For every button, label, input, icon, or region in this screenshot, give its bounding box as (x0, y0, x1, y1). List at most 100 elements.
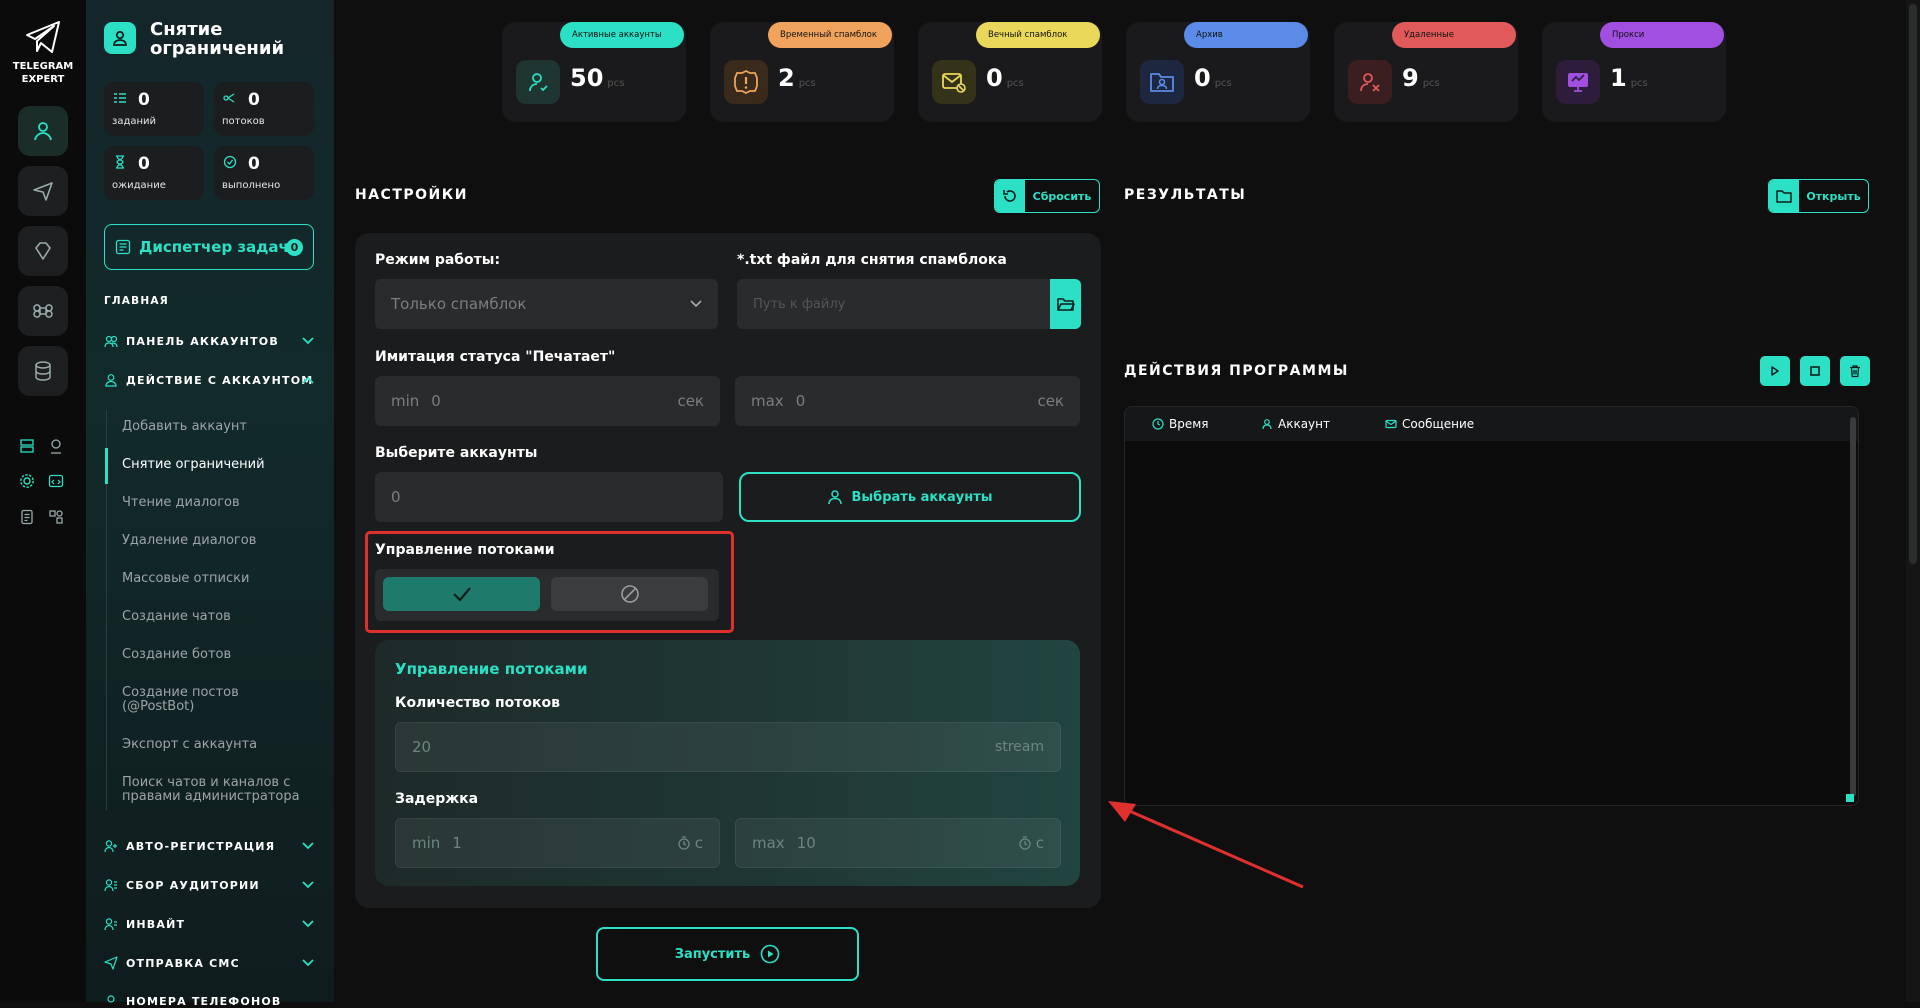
card-proxy[interactable]: Прокси 1 pcs (1542, 22, 1726, 122)
browse-file-button[interactable] (1050, 279, 1081, 329)
rail-database-button[interactable] (18, 346, 68, 396)
card-active-accounts[interactable]: Активные аккаунты 50 pcs (502, 22, 686, 122)
card-archive[interactable]: Архив 0 pcs (1126, 22, 1310, 122)
mode-select-value: Только спамблок (391, 295, 527, 313)
card-unit: pcs (1006, 78, 1024, 89)
card-badge: Временный спамблок (768, 22, 892, 48)
proxy-monitor-icon (1556, 60, 1600, 104)
section-main-heading: ГЛАВНАЯ (104, 295, 169, 307)
reset-button[interactable]: Сбросить (994, 179, 1100, 213)
file-path-input[interactable]: Путь к файлу (737, 279, 1082, 329)
card-badge: Прокси (1600, 22, 1724, 48)
delay-max-prefix: max (752, 834, 785, 852)
subnav-export-account[interactable]: Экспорт с аккаунта (122, 738, 312, 752)
user-list-icon (104, 878, 118, 892)
rail-premium-button[interactable] (18, 226, 68, 276)
stat-waiting-label: ожидание (112, 180, 166, 191)
active-indicator (105, 448, 108, 484)
actions-title: ДЕЙСТВИЯ ПРОГРАММЫ (1124, 363, 1349, 379)
subnav-create-chats[interactable]: Создание чатов (122, 610, 312, 624)
chevron-down-icon (302, 337, 314, 345)
nav-audience-collection[interactable]: СБОР АУДИТОРИИ (104, 878, 314, 892)
subnav-create-bots[interactable]: Создание ботов (122, 648, 312, 662)
location-user-icon[interactable] (46, 436, 66, 456)
log-scrollbar[interactable] (1850, 417, 1856, 797)
page-scrollbar[interactable] (1906, 0, 1920, 1002)
task-dispatcher-button[interactable]: Диспетчер задач 0 (104, 224, 314, 270)
delay-max-unit: с (1035, 834, 1044, 852)
threads-count-unit: stream (994, 739, 1044, 755)
rail-sending-button[interactable] (18, 166, 68, 216)
chevron-down-icon (302, 920, 314, 928)
card-deleted[interactable]: Удаленные 9 pcs (1334, 22, 1518, 122)
card-unit: pcs (1630, 78, 1648, 89)
accounts-count-input[interactable]: 0 (375, 472, 723, 522)
threads-count-input[interactable]: 20 stream (395, 722, 1061, 772)
stat-waiting-value: 0 (138, 154, 150, 174)
delay-max-value: 10 (796, 834, 816, 852)
subnav-add-account[interactable]: Добавить аккаунт (122, 420, 312, 434)
open-results-label: Открыть (1806, 189, 1861, 203)
file-path-placeholder: Путь к файлу (753, 296, 846, 312)
subnav-delete-dialogs[interactable]: Удаление диалогов (122, 534, 312, 548)
timer-icon (1018, 836, 1032, 850)
delay-label: Задержка (395, 791, 479, 807)
icon-rail: TELEGRAM EXPERT (0, 0, 86, 1002)
threads-enable-button[interactable] (383, 577, 540, 611)
command-icon (32, 300, 54, 322)
start-label: Запустить (674, 946, 751, 962)
document-icon[interactable] (17, 507, 37, 527)
open-results-button[interactable]: Открыть (1768, 179, 1869, 213)
stop-button[interactable] (1800, 356, 1830, 386)
mode-select[interactable]: Только спамблок (375, 279, 718, 329)
card-unit: pcs (1214, 78, 1232, 89)
subnav-create-posts[interactable]: Создание постов (@PostBot) (122, 686, 252, 714)
settings-gear-icon[interactable] (17, 471, 37, 491)
nav-account-action[interactable]: ДЕЙСТВИЕ С АККАУНТОМ (104, 373, 314, 387)
nav-sms-sending[interactable]: ОТПРАВКА СМС (104, 956, 314, 970)
threads-toggle-label: Управление потоками (375, 542, 555, 558)
card-temp-spamblock[interactable]: Временный спамблок 2 pcs (710, 22, 894, 122)
nav-accounts-panel-label: ПАНЕЛЬ АККАУНТОВ (126, 334, 279, 348)
mail-icon (1385, 418, 1397, 430)
stat-waiting: 0 ожидание (104, 146, 204, 200)
delay-min-input[interactable]: min 1 с (395, 818, 720, 868)
subnav-remove-restrictions[interactable]: Снятие ограничений (122, 458, 312, 472)
col-account-label: Аккаунт (1278, 417, 1330, 431)
sidebar-title-line1: Снятие (150, 19, 223, 40)
card-permanent-spamblock[interactable]: Вечный спамблок 0 pcs (918, 22, 1102, 122)
delay-min-unit: с (694, 834, 703, 852)
results-title: РЕЗУЛЬТАТЫ (1124, 187, 1247, 203)
stat-threads: 0 потоков (214, 82, 314, 136)
delay-min-prefix: min (412, 834, 441, 852)
resize-handle[interactable] (1846, 794, 1854, 802)
clear-log-button[interactable] (1840, 356, 1870, 386)
threads-disable-button[interactable] (551, 577, 708, 611)
rail-accounts-button[interactable] (18, 106, 68, 156)
stop-icon (1809, 365, 1821, 377)
typing-min-value: 0 (431, 392, 441, 410)
folder-icon (1769, 180, 1799, 212)
server-icon[interactable] (17, 436, 37, 456)
check-circle-icon (223, 155, 237, 169)
play-button[interactable] (1760, 356, 1790, 386)
choose-accounts-button[interactable]: Выбрать аккаунты (739, 472, 1081, 522)
grid-tools-icon[interactable] (46, 507, 66, 527)
start-button[interactable]: Запустить (596, 927, 859, 981)
subnav-read-dialogs[interactable]: Чтение диалогов (122, 496, 312, 510)
rail-commands-button[interactable] (18, 286, 68, 336)
settings-title: НАСТРОЙКИ (355, 187, 468, 203)
subnav-mass-unsubscribe[interactable]: Массовые отписки (122, 572, 312, 586)
stat-completed: 0 выполнено (214, 146, 314, 200)
nav-auto-registration[interactable]: АВТО-РЕГИСТРАЦИЯ (104, 839, 314, 853)
typing-min-input[interactable]: min 0 сек (375, 376, 720, 426)
nav-invite[interactable]: ИНВАЙТ (104, 917, 314, 931)
nav-phone-numbers[interactable]: НОМЕРА ТЕЛЕФОНОВ (104, 994, 314, 1008)
delay-max-input[interactable]: max 10 с (735, 818, 1061, 868)
subnav-admin-search[interactable]: Поиск чатов и каналов с правами админист… (122, 776, 302, 804)
nav-accounts-panel[interactable]: ПАНЕЛЬ АККАУНТОВ (104, 334, 314, 348)
typing-max-input[interactable]: max 0 сек (735, 376, 1080, 426)
code-window-icon[interactable] (46, 471, 66, 491)
card-badge: Вечный спамблок (976, 22, 1100, 48)
card-unit: pcs (798, 78, 816, 89)
